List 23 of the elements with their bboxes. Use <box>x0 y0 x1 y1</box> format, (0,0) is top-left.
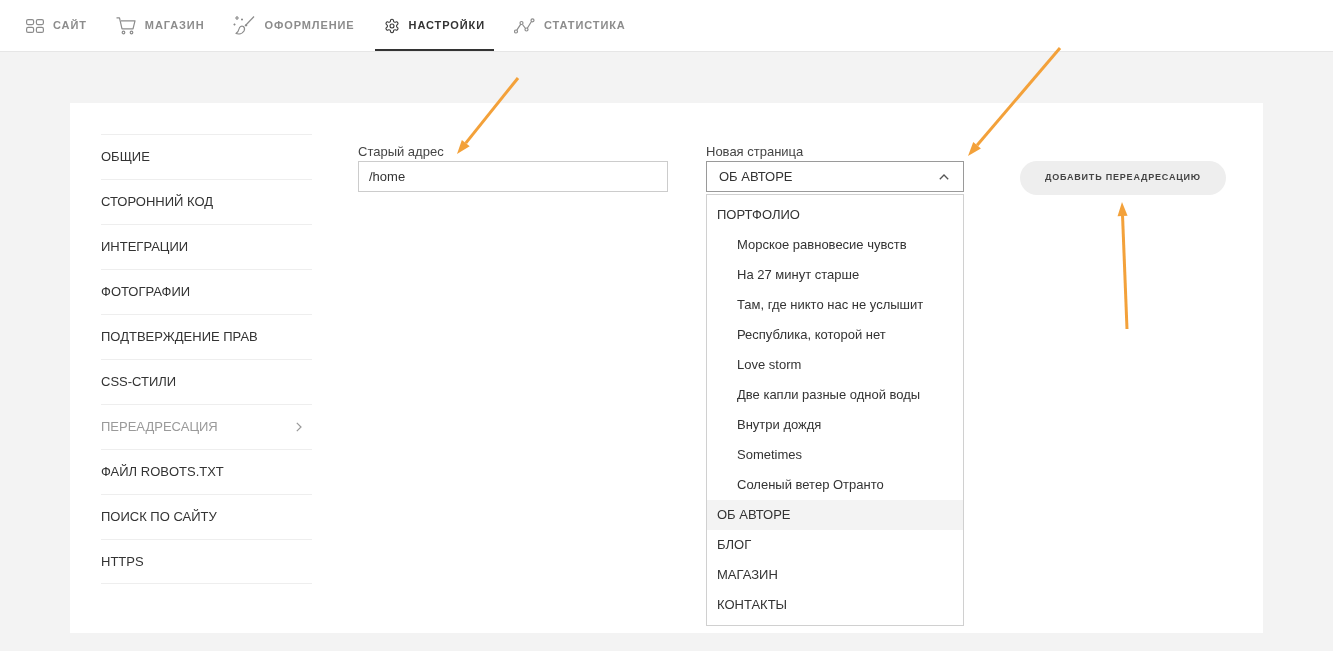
field-label: Старый адрес <box>358 143 445 161</box>
field-label: Новая страница <box>706 143 805 161</box>
old-address-input[interactable]: /home <box>358 161 668 192</box>
sidebar-item[interactable]: CSS-СТИЛИ <box>101 359 312 404</box>
dropdown-option[interactable]: ОБ АВТОРЕ <box>707 500 963 530</box>
sidebar-item[interactable]: ПОИСК ПО САЙТУ <box>101 494 312 539</box>
grid-icon <box>26 18 44 33</box>
sidebar-item[interactable]: ФОТОГРАФИИ <box>101 269 312 314</box>
sidebar-item[interactable]: ПОДТВЕРЖДЕНИЕ ПРАВ <box>101 314 312 359</box>
page-select[interactable]: ОБ АВТОРЕ <box>706 161 964 192</box>
sidebar-item[interactable]: СТОРОННИЙ КОД <box>101 179 312 224</box>
sidebar-item[interactable]: ИНТЕГРАЦИИ <box>101 224 312 269</box>
settings-icon <box>383 17 400 34</box>
chevron-up-icon <box>939 173 949 180</box>
line-chart-icon <box>514 17 535 34</box>
cart-icon <box>115 16 136 35</box>
nav-tab[interactable]: НАСТРОЙКИ <box>374 0 494 51</box>
sidebar-item[interactable]: HTTPS <box>101 539 312 584</box>
paintbrush-icon <box>233 14 256 37</box>
sidebar-item[interactable]: ОБЩИЕ <box>101 134 312 179</box>
chevron-right-icon <box>296 422 302 432</box>
add-redirect-button[interactable]: ДОБАВИТЬ ПЕРЕАДРЕСАЦИЮ <box>1020 161 1226 195</box>
sidebar-item[interactable]: ФАЙЛ ROBOTS.TXT <box>101 449 312 494</box>
